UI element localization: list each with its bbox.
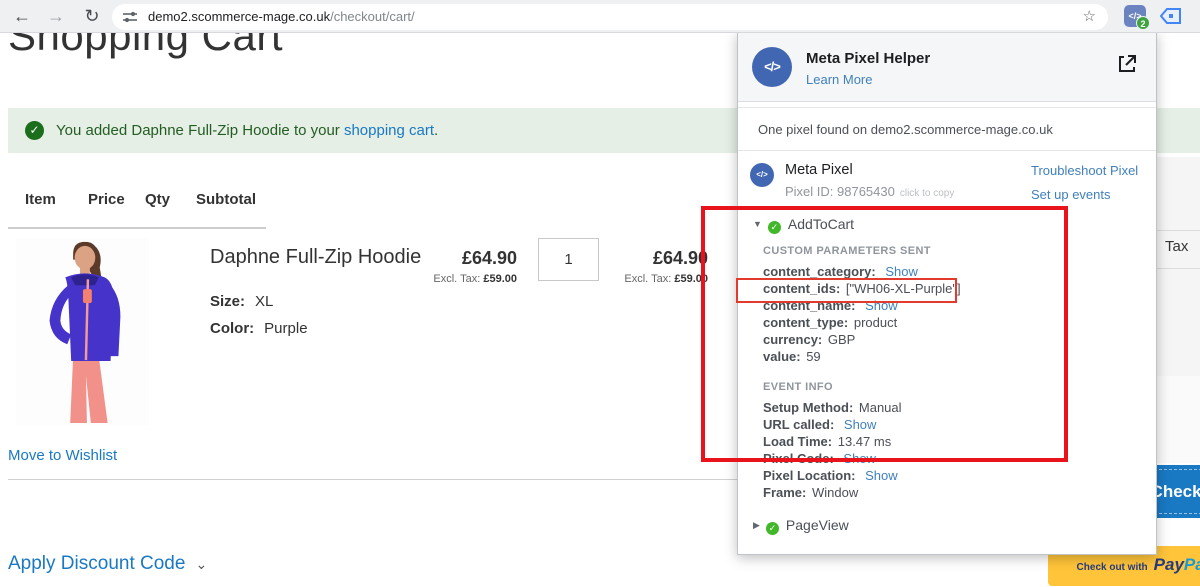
col-header-item: Item bbox=[25, 191, 56, 208]
success-suffix: . bbox=[434, 122, 438, 139]
meta-pixel-logo-icon: </> bbox=[752, 47, 792, 87]
paypal-logo: Pay bbox=[1154, 555, 1184, 574]
color-value: Purple bbox=[264, 320, 307, 337]
price-cell: £64.90 Excl. Tax: £59.00 bbox=[399, 248, 517, 285]
pageview-event-row[interactable]: ▶ ✓ PageView bbox=[753, 517, 849, 535]
popup-header: </> Meta Pixel Helper Learn More bbox=[738, 33, 1156, 102]
move-to-wishlist-link[interactable]: Move to Wishlist bbox=[8, 447, 117, 464]
color-label: Color: bbox=[210, 320, 254, 337]
chevron-down-icon: ⌄ bbox=[195, 556, 207, 572]
forward-icon[interactable]: → bbox=[42, 2, 70, 30]
pixel-name: Meta Pixel bbox=[785, 162, 853, 178]
paypal-logo: Pal bbox=[1184, 555, 1200, 574]
expand-triangle-icon[interactable]: ▶ bbox=[753, 520, 760, 530]
tax-label: Tax bbox=[1165, 238, 1188, 255]
subtotal-cell: £64.90 Excl. Tax: £59.00 bbox=[590, 248, 708, 285]
popup-title: Meta Pixel Helper bbox=[806, 50, 930, 67]
show-link[interactable]: Show bbox=[865, 468, 898, 483]
bookmark-star-icon[interactable]: ☆ bbox=[1083, 7, 1096, 25]
param-name: Pixel Location bbox=[763, 468, 859, 483]
size-row: Size: XL bbox=[210, 293, 273, 310]
annotation-box-addtocart bbox=[701, 206, 1068, 462]
pixel-id-value[interactable]: 98765430 bbox=[837, 184, 895, 199]
extension-badge: 2 bbox=[1136, 16, 1150, 30]
event-name: PageView bbox=[786, 517, 849, 533]
apply-discount-label: Apply Discount Code bbox=[8, 553, 185, 574]
col-header-price: Price bbox=[88, 191, 125, 208]
table-header-divider bbox=[8, 227, 266, 229]
meta-pixel-icon: </> bbox=[750, 163, 774, 187]
product-name[interactable]: Daphne Full-Zip Hoodie bbox=[210, 246, 421, 269]
set-up-events-link[interactable]: Set up events bbox=[1031, 187, 1111, 202]
excl-tax-value: £59.00 bbox=[483, 273, 517, 285]
product-image[interactable] bbox=[15, 238, 150, 425]
success-text: You added Daphne Full-Zip Hoodie to your… bbox=[56, 122, 438, 139]
size-value: XL bbox=[255, 293, 273, 310]
external-link-icon[interactable] bbox=[1116, 53, 1138, 75]
param-row: FrameWindow bbox=[763, 484, 902, 501]
url-text: demo2.scommerce-mage.co.uk/checkout/cart… bbox=[148, 9, 415, 24]
site-settings-icon[interactable] bbox=[122, 9, 138, 25]
url-path: /checkout/cart/ bbox=[330, 9, 415, 24]
paypal-prefix: Check out with bbox=[1077, 562, 1148, 573]
browser-toolbar: ← → ↻ demo2.scommerce-mage.co.uk/checkou… bbox=[0, 0, 1200, 33]
success-prefix: You added Daphne Full-Zip Hoodie to your bbox=[56, 122, 344, 139]
back-icon[interactable]: ← bbox=[8, 2, 36, 30]
url-host: demo2.scommerce-mage.co.uk bbox=[148, 9, 330, 24]
success-check-icon: ✓ bbox=[25, 121, 44, 140]
shopping-cart-link[interactable]: shopping cart bbox=[344, 122, 434, 139]
param-row: Pixel Location Show bbox=[763, 467, 902, 484]
reload-icon[interactable]: ↻ bbox=[78, 2, 106, 30]
address-bar[interactable]: demo2.scommerce-mage.co.uk/checkout/cart… bbox=[112, 4, 1108, 30]
subtotal-value: £64.90 bbox=[590, 248, 708, 269]
annotation-box-content-ids bbox=[736, 278, 957, 303]
tag-extension-icon[interactable] bbox=[1160, 7, 1182, 25]
excl-tax-label: Excl. Tax: bbox=[624, 273, 674, 285]
learn-more-link[interactable]: Learn More bbox=[806, 72, 872, 87]
excl-tax-label: Excl. Tax: bbox=[433, 273, 483, 285]
pixel-found-text: One pixel found on demo2.scommerce-mage.… bbox=[738, 107, 1156, 151]
col-header-qty: Qty bbox=[145, 191, 170, 208]
size-label: Size: bbox=[210, 293, 245, 310]
pixel-id[interactable]: Pixel ID: 98765430 click to copy bbox=[785, 184, 954, 199]
click-to-copy-hint: click to copy bbox=[900, 188, 954, 199]
param-value: Window bbox=[812, 485, 858, 500]
troubleshoot-pixel-link[interactable]: Troubleshoot Pixel bbox=[1031, 163, 1138, 178]
event-success-icon: ✓ bbox=[766, 522, 779, 535]
color-row: Color: Purple bbox=[210, 320, 308, 337]
price-value: £64.90 bbox=[399, 248, 517, 269]
apply-discount-link[interactable]: Apply Discount Code ⌄ bbox=[8, 553, 207, 575]
col-header-subtotal: Subtotal bbox=[196, 191, 256, 208]
cart-divider bbox=[8, 479, 737, 480]
subtotal-excl-tax: Excl. Tax: £59.00 bbox=[590, 273, 708, 285]
price-excl-tax: Excl. Tax: £59.00 bbox=[399, 273, 517, 285]
pixel-id-label: Pixel ID: bbox=[785, 184, 837, 199]
param-name: Frame bbox=[763, 485, 810, 500]
